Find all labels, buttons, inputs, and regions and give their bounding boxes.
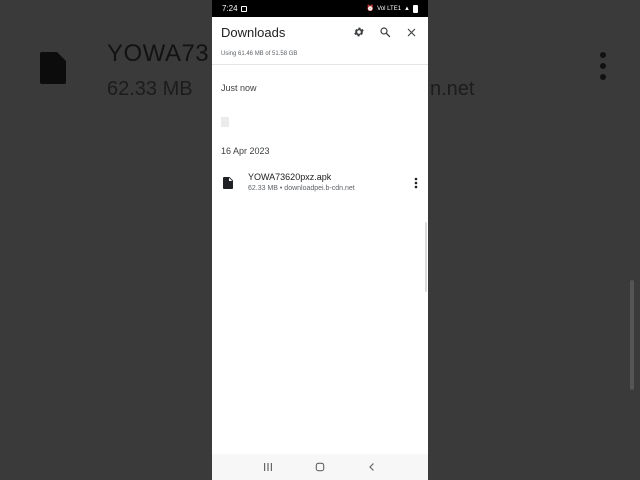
backdrop-more-icon (600, 52, 606, 85)
home-icon (315, 462, 325, 472)
recents-icon (264, 463, 272, 471)
settings-button[interactable] (351, 24, 367, 40)
more-vert-icon (414, 177, 418, 189)
signal-icon: ▲ (404, 5, 410, 12)
back-button[interactable] (365, 460, 379, 474)
section-header-date: 16 Apr 2023 (221, 146, 270, 156)
storage-usage: Using 61.46 MB of 51.58 GB (212, 47, 428, 65)
close-icon (407, 28, 415, 36)
file-icon (221, 175, 235, 191)
search-button[interactable] (377, 24, 393, 40)
close-button[interactable] (403, 24, 419, 40)
back-icon (369, 463, 374, 471)
file-name: YOWA73620pxz.apk (248, 172, 332, 182)
scrollbar[interactable] (425, 222, 427, 292)
app-bar: Downloads (212, 17, 428, 47)
battery-icon (413, 4, 418, 13)
signal-text: Vol LTE1 (377, 5, 402, 12)
alarm-icon: ⏰ (366, 6, 375, 12)
section-header-just-now: Just now (221, 83, 257, 93)
backdrop-file-icon (40, 52, 66, 84)
backdrop-edge (630, 280, 634, 390)
page-title: Downloads (221, 24, 286, 40)
backdrop-subtitle-right: n.net (430, 78, 475, 100)
pending-download-item (212, 105, 428, 138)
more-options-button[interactable] (410, 175, 422, 191)
status-time: 7:24 (222, 4, 238, 13)
download-item[interactable]: YOWA73620pxz.apk 62.33 MB • downloadpei.… (212, 168, 428, 198)
system-nav-bar (212, 454, 428, 480)
backdrop-subtitle: 62.33 MB (107, 78, 193, 100)
search-icon (380, 27, 391, 38)
gallery-notification-icon (240, 5, 247, 12)
file-meta: 62.33 MB • downloadpei.b-cdn.net (248, 185, 355, 192)
file-icon (221, 116, 229, 127)
gear-icon (354, 27, 364, 37)
home-button[interactable] (313, 460, 327, 474)
phone-screen: 7:24 ⏰ Vol LTE1 ▲ Downloads Using 61.46 … (212, 0, 428, 480)
backdrop-title: YOWA73 (107, 40, 210, 67)
status-bar: 7:24 ⏰ Vol LTE1 ▲ (212, 0, 428, 17)
recent-apps-button[interactable] (261, 460, 275, 474)
